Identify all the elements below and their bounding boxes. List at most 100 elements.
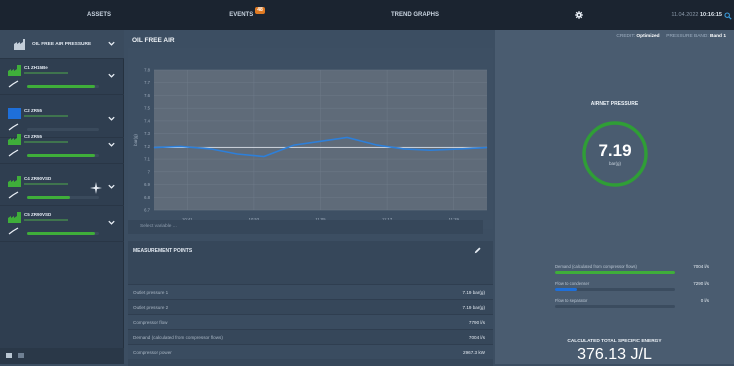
chevron-down-icon[interactable] <box>107 39 116 48</box>
measurement-points-panel: MEASUREMENT POINTS Outlet pressure 1 7.19… <box>128 241 493 366</box>
asset-load-bar <box>27 196 99 199</box>
measurement-value: 7004 l/s <box>468 335 485 340</box>
trend-up-icon <box>8 80 19 88</box>
flow-bar-track <box>555 271 675 274</box>
asset-status-line <box>24 183 68 185</box>
airnet-pressure-unit: bar(g) <box>608 161 621 166</box>
clock-label: 11.04.2022 <box>671 12 699 18</box>
asset-name: C5 ZR90VSD <box>24 212 52 217</box>
y-tick-label: 6.7 <box>144 208 150 213</box>
tab-events[interactable]: EVENTS48 <box>198 0 296 30</box>
tab-events-label: EVENTS <box>229 12 254 18</box>
asset-name: C1 ZH15Be <box>24 65 48 70</box>
measurement-value: 2967.3 kW <box>463 350 485 355</box>
chevron-down-icon[interactable] <box>107 218 116 227</box>
airnet-pressure-value: 7.19 <box>598 141 632 160</box>
events-count-badge: 48 <box>255 7 265 14</box>
chevron-down-icon[interactable] <box>107 182 116 191</box>
flow-bar-label: Flow to condenser <box>555 281 590 286</box>
measurement-label: Outlet pressure 2 <box>133 305 169 310</box>
asset-load-bar <box>27 232 99 235</box>
y-tick-label: 6.9 <box>144 182 150 187</box>
variable-filter-input[interactable]: Select variable ... <box>128 220 483 234</box>
asset-item[interactable]: C3 ZR55 <box>0 128 124 164</box>
asset-name: C2 ZR55 <box>24 108 43 113</box>
top-navigation-bar: ASSETS EVENTS48 TREND GRAPHS 11.04.2022 … <box>0 0 734 30</box>
flow-bar-value: 7290 l/s <box>693 281 709 286</box>
gear-icon[interactable] <box>575 11 583 19</box>
series-point <box>263 156 265 157</box>
search-icon[interactable] <box>724 12 732 20</box>
compressor-icon <box>8 134 21 145</box>
asset-item[interactable]: C1 ZH15Be <box>0 59 124 95</box>
series-point <box>210 148 211 150</box>
y-tick-label: 7.1 <box>144 157 150 162</box>
measurement-label: Compressor flow <box>133 320 168 325</box>
pressure-band-label: PRESSURE BAND: <box>666 34 709 39</box>
flow-bar-track <box>555 305 675 308</box>
measurement-points-title: MEASUREMENT POINTS <box>133 248 193 254</box>
series-point <box>346 137 348 138</box>
measurement-row: Outlet pressure 2 7.19 bar(g) <box>128 299 493 314</box>
series-point <box>376 144 378 146</box>
chevron-down-icon[interactable] <box>107 114 116 123</box>
asset-status-line <box>24 115 68 117</box>
tab-trend-graphs[interactable]: TREND GRAPHS <box>355 0 475 30</box>
measurement-row: Outlet pressure 1 7.19 bar(g) <box>128 284 493 299</box>
specific-energy-value: 376.13 J/L <box>577 346 652 363</box>
status-panel: CREDIT: Optimized PRESSURE BAND: Band 1 … <box>495 30 734 364</box>
compressor-icon <box>8 212 21 223</box>
tab-assets[interactable]: ASSETS <box>0 0 198 30</box>
measurement-label: Demand (calculated from compressor flows… <box>133 335 223 340</box>
site-name: OIL FREE AIR PRESSURE <box>32 42 92 47</box>
tab-assets-label: ASSETS <box>86 12 111 18</box>
chart-panel: 6.76.86.977.17.27.37.47.57.67.77.810:411… <box>128 48 493 229</box>
asset-load-fill <box>27 154 96 157</box>
measurement-row: Compressor flow 7790 l/s <box>128 314 493 329</box>
asset-status-line <box>24 219 68 221</box>
y-tick-label: 7.5 <box>144 106 150 111</box>
site-selector[interactable]: OIL FREE AIR PRESSURE <box>0 30 124 59</box>
asset-name: C4 ZR90VSD <box>24 176 52 181</box>
list-view-icon[interactable] <box>18 353 24 358</box>
y-tick-label: 7.3 <box>144 131 150 136</box>
measurement-row: Demand (calculated from compressor flows… <box>128 329 493 344</box>
compressor-icon <box>8 65 21 76</box>
asset-load-bar <box>27 85 99 88</box>
y-tick-label: 7.4 <box>144 118 150 123</box>
airnet-pressure-title: AIRNET PRESSURE <box>590 101 639 107</box>
asset-item[interactable]: C4 ZR90VSD <box>0 170 124 206</box>
asset-load-bar <box>27 154 99 157</box>
specific-energy-title: CALCULATED TOTAL SPECIFIC ENERGY <box>567 339 662 344</box>
status-line: CREDIT: Optimized PRESSURE BAND: Band 1 <box>616 34 726 39</box>
grid-view-icon[interactable] <box>6 353 12 358</box>
y-tick-label: 7.2 <box>144 144 150 149</box>
flow-bar-value: 0 l/s <box>700 298 709 303</box>
flow-bar-track <box>555 288 675 291</box>
asset-item[interactable]: C5 ZR90VSD <box>0 206 124 242</box>
compressor-icon <box>8 176 21 187</box>
measurement-label: Compressor power <box>133 350 172 355</box>
tab-trend-graphs-label: TREND GRAPHS <box>390 12 439 18</box>
asset-status-line <box>24 72 68 74</box>
chevron-down-icon[interactable] <box>107 140 116 149</box>
page-title: OIL FREE AIR <box>132 37 175 44</box>
clock: 11.04.2022 10:16:15 <box>650 0 722 30</box>
measurement-value: 7.19 bar(g) <box>462 305 485 310</box>
pressure-band-value[interactable]: Band 1 <box>710 34 726 39</box>
trend-up-icon <box>8 149 19 157</box>
flow-bar-fill <box>555 271 675 274</box>
series-point <box>486 147 488 148</box>
measurement-row: Compressor power 2967.3 kW <box>128 344 493 359</box>
series-point <box>153 147 155 148</box>
series-point <box>180 146 181 147</box>
flow-bar-label: Demand (calculated from compressor flows… <box>555 264 637 269</box>
flow-bar-fill <box>555 288 577 291</box>
asset-sidebar: OIL FREE AIR PRESSURE C1 ZH15Be C2 ZR55 C3… <box>0 30 124 364</box>
asset-name: C3 ZR55 <box>24 134 43 139</box>
asset-load-fill <box>27 232 96 235</box>
series-point <box>293 144 295 146</box>
chevron-down-icon[interactable] <box>107 71 116 80</box>
series-point <box>460 148 461 150</box>
edit-icon[interactable] <box>473 246 482 255</box>
